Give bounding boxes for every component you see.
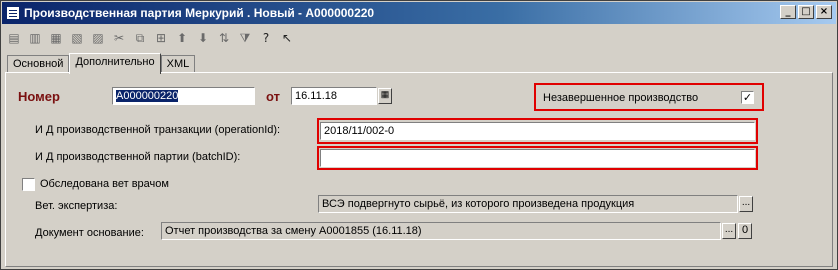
hierarchy-icon[interactable]: ⊞ — [152, 29, 170, 47]
move-down-icon[interactable]: ⬇ — [194, 29, 212, 47]
sort-icon[interactable]: ⇅ — [215, 29, 233, 47]
batch-id-field[interactable] — [320, 149, 755, 167]
minimize-button[interactable]: _ — [780, 5, 796, 19]
document-basis-clear-button[interactable]: 0 — [738, 223, 752, 239]
operation-id-label: И Д производственной транзакции (operati… — [35, 124, 281, 136]
window-title: Производственная партия Меркурий . Новый… — [24, 6, 375, 20]
batch-id-label: И Д производственной партии (batchID): — [35, 151, 241, 163]
vet-expertise-field[interactable]: ВСЭ подвергнуто сырьё, из которого произ… — [318, 195, 738, 213]
wip-checkbox[interactable]: ✓ — [741, 91, 754, 104]
date-field[interactable]: 16.11.18 — [291, 87, 377, 105]
date-label: от — [266, 89, 280, 104]
maximize-button[interactable]: □ — [798, 5, 814, 19]
move-up-icon[interactable]: ⬆ — [173, 29, 191, 47]
new-doc-icon[interactable]: ▤ — [5, 29, 23, 47]
number-value: А000000220 — [116, 90, 179, 102]
document-icon — [6, 6, 20, 20]
vet-expertise-select-button[interactable]: ... — [739, 196, 753, 212]
tab-additional[interactable]: Дополнительно — [69, 53, 161, 74]
vet-checked-label: Обследована вет врачом — [40, 178, 169, 190]
document-basis-label: Документ основание: — [35, 227, 144, 239]
close-button[interactable]: × — [816, 5, 832, 19]
tab-strip: Основной Дополнительно XML — [7, 53, 196, 74]
vet-expertise-label: Вет. экспертиза: — [35, 200, 118, 212]
document-basis-select-button[interactable]: ... — [722, 223, 736, 239]
document-window: Производственная партия Меркурий . Новый… — [0, 0, 838, 270]
calendar-button[interactable]: ▦ — [378, 88, 392, 104]
toolbar: ▤ ▥ ▦ ▧ ▨ ✂ ⧉ ⊞ ⬆ ⬇ ⇅ ⧩ ? ↖ — [5, 27, 296, 49]
tab-main[interactable]: Основной — [7, 55, 70, 73]
help-icon[interactable]: ? — [257, 29, 275, 47]
wip-label: Незавершенное производство — [543, 92, 699, 104]
link-icon[interactable]: ⧉ — [131, 29, 149, 47]
delete-icon[interactable]: ▨ — [89, 29, 107, 47]
title-bar[interactable]: Производственная партия Меркурий . Новый… — [2, 2, 836, 24]
new-group-icon[interactable]: ▦ — [47, 29, 65, 47]
document-basis-field[interactable]: Отчет производства за смену А0001855 (16… — [161, 222, 721, 240]
cut-icon[interactable]: ✂ — [110, 29, 128, 47]
number-label: Номер — [18, 89, 60, 104]
number-field[interactable]: А000000220 — [112, 87, 255, 105]
operation-id-field[interactable]: 2018/11/002-0 — [320, 122, 755, 140]
edit-icon[interactable]: ▧ — [68, 29, 86, 47]
filter-icon[interactable]: ⧩ — [236, 29, 254, 47]
tab-xml[interactable]: XML — [160, 55, 196, 73]
vet-checked-checkbox[interactable] — [22, 178, 35, 191]
pointer-help-icon[interactable]: ↖ — [278, 29, 296, 47]
new-copy-icon[interactable]: ▥ — [26, 29, 44, 47]
